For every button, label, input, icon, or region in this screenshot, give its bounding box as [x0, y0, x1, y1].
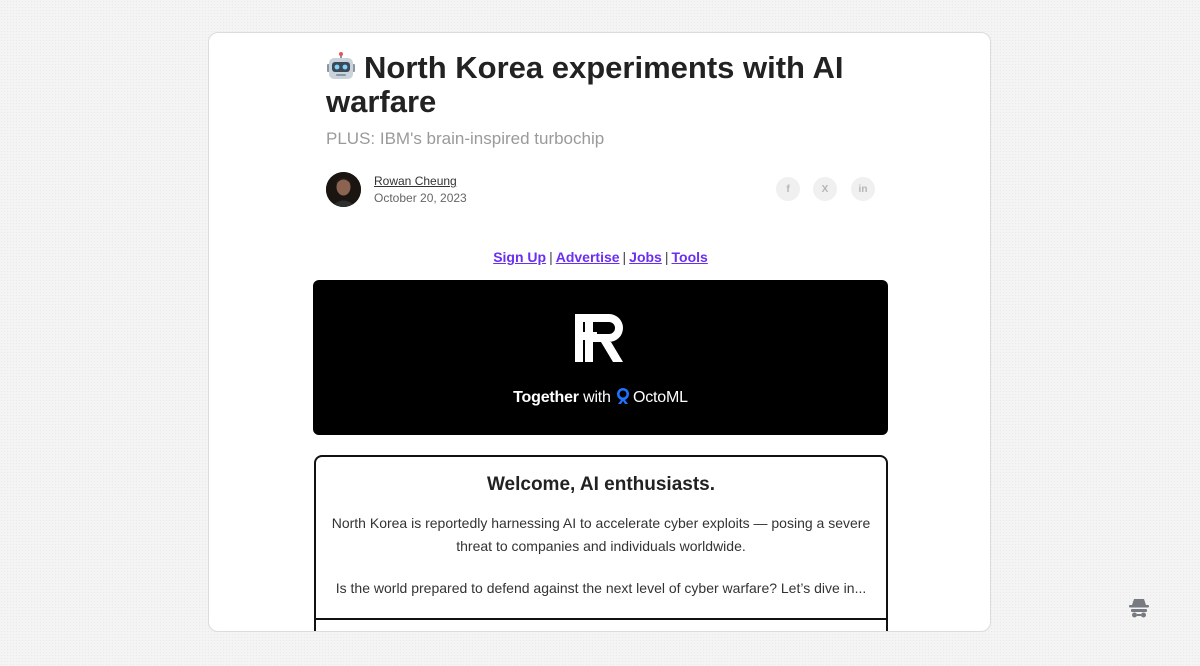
author-row: Rowan Cheung October 20, 2023 f X in — [326, 172, 876, 208]
tools-link[interactable]: Tools — [672, 249, 708, 265]
welcome-question: Is the world prepared to defend against … — [335, 580, 867, 596]
linkedin-icon: in — [858, 183, 868, 195]
top-nav-links: Sign Up | Advertise | Jobs | Tools — [209, 249, 990, 265]
together-with: with — [583, 389, 611, 406]
author-name-link[interactable]: Rowan Cheung — [374, 174, 457, 188]
publish-date: October 20, 2023 — [374, 191, 467, 205]
avatar-portrait-icon — [326, 172, 361, 207]
welcome-section: Welcome, AI enthusiasts. North Korea is … — [314, 455, 888, 631]
spy-incognito-icon[interactable] — [1128, 596, 1150, 618]
section-divider — [316, 618, 886, 620]
signup-link[interactable]: Sign Up — [493, 249, 546, 265]
together-prefix: Together — [513, 389, 579, 406]
octoml-logo-icon — [617, 388, 629, 404]
welcome-title: Welcome, AI enthusiasts. — [486, 474, 716, 495]
x-icon: X — [821, 183, 829, 195]
advertise-link[interactable]: Advertise — [556, 249, 620, 265]
welcome-paragraph: North Korea is reportedly harnessing AI … — [331, 515, 871, 554]
nav-separator: | — [664, 249, 669, 265]
nav-separator: | — [622, 249, 627, 265]
sponsor-banner[interactable]: Together with OctoML — [313, 280, 888, 435]
article-title-text: North Korea experiments with AI warfare — [326, 50, 844, 119]
jobs-link[interactable]: Jobs — [629, 249, 662, 265]
rundown-logo-icon — [575, 314, 623, 362]
article-title: North Korea experiments with AI warfare — [326, 51, 886, 119]
sponsor-name: OctoML — [633, 389, 688, 406]
avatar[interactable] — [326, 172, 361, 207]
nav-separator: | — [549, 249, 553, 265]
share-linkedin-button[interactable]: in — [851, 177, 875, 201]
share-x-button[interactable]: X — [813, 177, 837, 201]
robot-emoji-icon — [327, 52, 355, 79]
article-subtitle: PLUS: IBM's brain-inspired turbochip — [326, 129, 605, 148]
facebook-icon: f — [786, 183, 790, 195]
together-with-text: Together with OctoML — [313, 387, 888, 407]
article-card: North Korea experiments with AI warfare … — [208, 32, 991, 632]
share-facebook-button[interactable]: f — [776, 177, 800, 201]
